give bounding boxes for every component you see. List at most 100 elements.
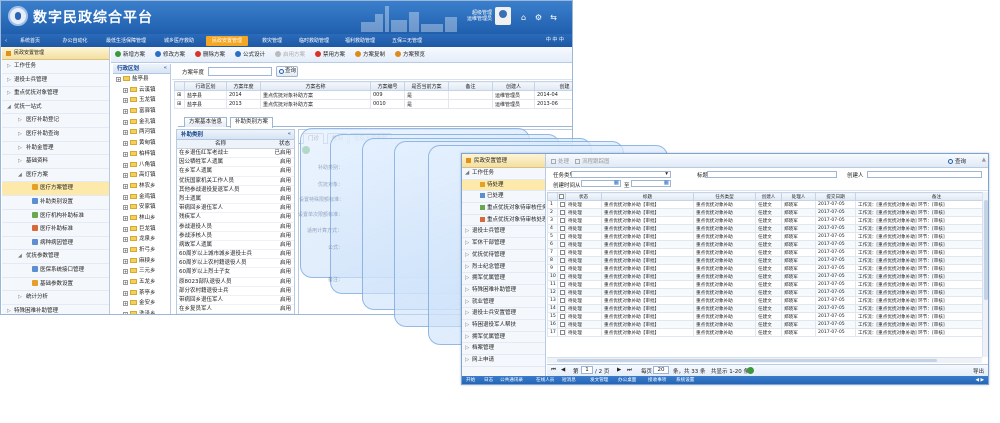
task-nav-item[interactable]: ▷ 优抚优待管理 [462, 250, 545, 262]
left-nav-item[interactable]: 医疗方案管理 [2, 182, 109, 196]
expand-toggle-icon[interactable]: + [123, 173, 128, 179]
list-item[interactable]: 带病回乡退伍军人 启用 [177, 296, 294, 306]
tree-node[interactable]: + 柏梓镇 [113, 149, 170, 160]
column-header[interactable]: 标题 [601, 192, 694, 201]
taskbar-item[interactable]: 日志 [484, 377, 493, 384]
table-row[interactable]: 11 待处理 重点优抚对象补助【审批】 重点优抚对象补助 任建文 郑晓军 2017-07-0… [547, 280, 982, 289]
row-checkbox[interactable] [560, 289, 565, 295]
tree-node[interactable]: + 安家镇 [113, 202, 170, 213]
list-item[interactable]: 在乡军人遗属 启用 [177, 167, 294, 177]
list-item[interactable]: 在乡退伍红军老战士 已启用 [177, 149, 294, 159]
expand-toggle-icon[interactable]: + [123, 226, 128, 232]
task-nav-item[interactable]: 待处理 [462, 179, 545, 192]
expand-toggle-icon[interactable]: + [123, 87, 128, 93]
left-nav-item[interactable]: ◢ 优抚参数管理 [2, 250, 109, 264]
expand-toggle-icon[interactable]: + [123, 183, 128, 189]
tree-node[interactable]: + 茶亭乡 [113, 288, 170, 299]
nav-item[interactable]: 系统首页 [13, 37, 47, 45]
list-item[interactable]: 60周岁以上城市城乡退役士兵 启用 [177, 250, 294, 260]
table-row[interactable]: ⊞ 盐亭县 2013 重点优抚对象补助方案 0010 是 运维管理员 2013-06 [174, 99, 572, 109]
collapse-icon[interactable]: « [164, 65, 167, 71]
task-nav-item[interactable]: ◢ 工作任务 [462, 168, 545, 180]
expand-toggle-icon[interactable]: + [116, 77, 121, 82]
left-nav-item[interactable]: ◢ 医疗方案 [2, 169, 109, 183]
column-header[interactable] [557, 192, 566, 201]
nav-item[interactable]: 办公自动化 [55, 37, 95, 45]
tree-node[interactable]: + 林农乡 [113, 181, 170, 192]
row-checkbox[interactable] [560, 249, 565, 255]
expand-toggle-icon[interactable]: + [123, 237, 128, 243]
column-header[interactable]: 备注 [448, 81, 493, 91]
toolbar-button[interactable]: 删除方案 [195, 51, 225, 60]
home-icon[interactable]: ⌂ [519, 13, 528, 22]
tree-node[interactable]: + 麻秧乡 [113, 256, 170, 267]
table-row[interactable]: 13 待处理 重点优抚对象补助【审批】 重点优抚对象补助 任建文 郑晓军 2017-07-0… [547, 296, 982, 305]
toolbar-button[interactable]: 方案预览 [395, 51, 425, 60]
left-nav-item[interactable]: 医保系统接口管理 [2, 264, 109, 278]
expand-toggle-icon[interactable]: + [123, 290, 128, 296]
column-header[interactable]: 方案名称 [260, 81, 371, 91]
left-nav-item[interactable]: 病种病因管理 [2, 237, 109, 251]
tree-node[interactable]: + 金安乡 [113, 298, 170, 309]
page-input[interactable]: 1 [581, 366, 593, 374]
column-header[interactable]: 是否当前方案 [404, 81, 449, 91]
column-header[interactable]: 创建人 [492, 81, 535, 91]
left-nav-item[interactable]: ▷ 基础资料 [2, 155, 109, 169]
column-header[interactable]: 创建人 [755, 192, 782, 201]
task-grid-hscrollbar[interactable] [547, 357, 982, 363]
task-nav-item[interactable]: ▷ 特殊困难补助管理 [462, 285, 545, 297]
table-row[interactable]: 9 待处理 重点优抚对象补助【审批】 重点优抚对象补助 任建文 郑晓军 2017-07-05… [547, 264, 982, 273]
task-nav-item[interactable]: 已处理 [462, 191, 545, 204]
row-checkbox[interactable] [560, 305, 565, 311]
column-header[interactable]: 创建 [534, 81, 572, 91]
task-nav-item[interactable]: ▷ 拥军优属管理 [462, 273, 545, 285]
expand-toggle-icon[interactable]: + [123, 151, 128, 157]
left-nav-item[interactable]: ▷ 医疗补助登记 [2, 114, 109, 128]
task-left-nav-header[interactable]: 民政安置管理 [462, 154, 545, 168]
left-nav-item[interactable]: 医疗补助标准 [2, 223, 109, 237]
left-nav-item[interactable]: ▷ 特殊困难补助管理 [2, 305, 109, 314]
table-row[interactable]: 3 待处理 重点优抚对象补助【审批】 重点优抚对象补助 任建文 郑晓军 2017-07-05… [547, 216, 982, 225]
expand-toggle-icon[interactable]: + [123, 280, 128, 286]
task-nav-item[interactable]: ▷ 网上申请 [462, 355, 545, 367]
refresh-icon[interactable] [747, 367, 754, 374]
list-item[interactable]: 带病回乡退伍军人 启用 [177, 204, 294, 214]
table-row[interactable]: 5 待处理 重点优抚对象补助【审批】 重点优抚对象补助 任建文 郑晓军 2017-07-05… [547, 232, 982, 241]
task-nav-item[interactable]: ▷ 退役士兵安置管理 [462, 308, 545, 320]
table-row[interactable]: 1 待处理 重点优抚对象补助【审批】 重点优抚对象补助 任建文 郑晓军 2017-07-05… [547, 200, 982, 209]
table-row[interactable]: ⊞ 盐亭县 2014 重点优抚对象补助方案 009 是 运维管理员 2014-04 [174, 90, 572, 100]
expand-toggle-icon[interactable]: + [123, 119, 128, 125]
left-nav-item[interactable]: ▷ 统计分析 [2, 291, 109, 305]
toolbar-button[interactable]: 新增方案 [115, 51, 145, 60]
created-to-input[interactable]: ▦ [631, 180, 671, 187]
expand-toggle-icon[interactable]: + [123, 258, 128, 264]
expand-toggle-icon[interactable]: + [123, 248, 128, 253]
row-checkbox[interactable] [560, 329, 565, 335]
row-checkbox[interactable] [560, 313, 565, 319]
list-item[interactable]: 参战涉核人员 启用 [177, 232, 294, 241]
list-item[interactable]: 参战退役人员 启用 [177, 223, 294, 232]
nav-item[interactable]: 福利救助管理 [340, 37, 380, 45]
tree-node[interactable]: + 两河镇 [113, 127, 170, 138]
logout-icon[interactable]: ⇆ [549, 13, 558, 22]
column-header[interactable]: 备注 [855, 192, 982, 201]
tree-node[interactable]: + 巨龙镇 [113, 224, 170, 235]
list-item[interactable]: 在乡复员军人 启用 [177, 305, 294, 314]
year-input[interactable] [208, 67, 272, 76]
column-header[interactable] [174, 81, 185, 91]
column-header[interactable]: 提交日期 [815, 192, 856, 201]
tree-node[interactable]: + 三元乡 [113, 266, 170, 277]
column-header[interactable]: 行政区划 [184, 81, 227, 91]
gear-icon[interactable]: ⚙ [534, 13, 543, 22]
list-item[interactable]: 因公牺牲军人遗属 启用 [177, 158, 294, 168]
column-header[interactable]: 状态 [565, 192, 602, 201]
taskbar-item[interactable]: 短消息 [562, 377, 576, 384]
column-header[interactable] [547, 192, 558, 201]
task-nav-item[interactable]: ▷ 特困退役军人帮扶 [462, 320, 545, 332]
table-row[interactable]: 16 待处理 重点优抚对象补助【审批】 重点优抚对象补助 任建文 郑晓军 2017-07-0… [547, 320, 982, 329]
toolbar-button[interactable]: 方案复制 [355, 51, 385, 60]
tree-node[interactable]: + 云溪镇 [113, 85, 170, 96]
task-nav-item[interactable]: ▷ 拥军优属管理 [462, 332, 545, 344]
left-nav-item[interactable]: ◢ 优抚一站式 [2, 101, 109, 115]
tree-node[interactable]: + 林山乡 [113, 213, 170, 224]
